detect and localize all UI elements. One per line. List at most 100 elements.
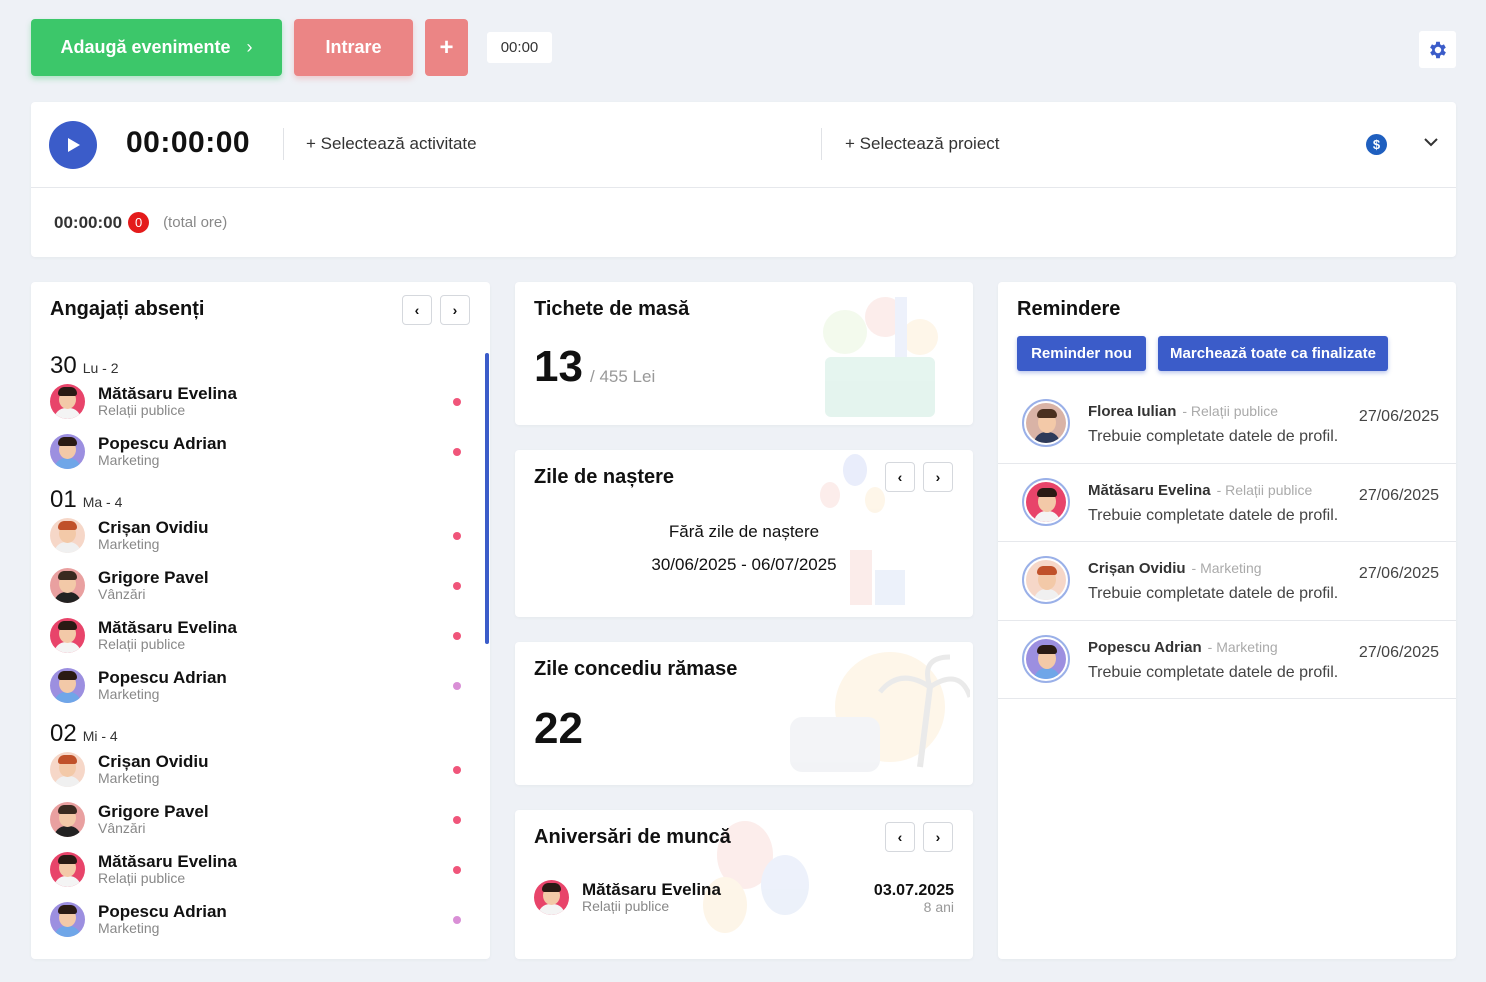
reminder-name: Popescu Adrian - Marketing — [1088, 639, 1278, 656]
employee-dept: Relații publice — [98, 402, 186, 418]
nav-buttons: ‹ › — [885, 462, 953, 492]
card-title: Aniversări de muncă — [534, 826, 731, 848]
card-title: Remindere — [1017, 298, 1121, 320]
anniversary-item[interactable]: Mătăsaru Evelina Relații publice 03.07.2… — [534, 880, 954, 920]
next-button[interactable]: › — [923, 462, 953, 492]
entry-button[interactable]: Intrare — [294, 19, 413, 76]
card-title: Zile concediu rămase — [534, 658, 738, 680]
employee-name: Mătăsaru Evelina — [98, 618, 237, 637]
reminder-date: 27/06/2025 — [1358, 408, 1439, 425]
employee-name: Popescu Adrian — [98, 434, 227, 453]
settings-button[interactable] — [1419, 31, 1456, 68]
employee-name: Grigore Pavel — [98, 802, 209, 821]
card-title: Tichete de masă — [534, 298, 690, 320]
day-label: Ma - 4 — [82, 494, 123, 510]
beach-caravan-illustration — [790, 652, 970, 772]
avatar — [50, 518, 85, 553]
card-title: Zile de naștere — [534, 466, 675, 488]
absent-employee-item[interactable]: Popescu Adrian Marketing — [50, 434, 476, 484]
new-reminder-button[interactable]: Reminder nou — [1017, 336, 1146, 371]
reminder-person: Mătăsaru Evelina — [1088, 481, 1211, 499]
employee-name: Crișan Ovidiu — [98, 752, 209, 771]
absent-employee-item[interactable]: Mătăsaru Evelina Relații publice — [50, 618, 476, 668]
reminder-date: 27/06/2025 — [1358, 486, 1439, 504]
divider — [283, 128, 284, 160]
absent-employee-item[interactable]: Popescu Adrian Marketing — [50, 668, 476, 718]
absent-list: 30 Lu - 2 Mătăsaru Evelina Relații publi… — [50, 350, 476, 952]
avatar — [534, 880, 569, 915]
reminder-dept: - Marketing — [1191, 560, 1262, 576]
status-dot — [453, 582, 461, 590]
employee-name: Grigore Pavel — [98, 568, 209, 587]
total-hours-row: 00:00:00 0 (total ore) — [54, 212, 227, 233]
employee-text: Grigore Pavel Vânzări — [98, 569, 209, 602]
employee-text: Popescu Adrian Marketing — [98, 903, 227, 936]
absent-employee-item[interactable]: Mătăsaru Evelina Relații publice — [50, 852, 476, 902]
employee-text: Popescu Adrian Marketing — [98, 435, 227, 468]
play-button[interactable] — [49, 121, 97, 169]
next-button[interactable]: › — [440, 295, 470, 325]
reminder-item[interactable]: Mătăsaru Evelina - Relații publice Trebui… — [998, 464, 1456, 542]
reminder-dept: - Relații publice — [1182, 403, 1279, 419]
employee-name: Mătăsaru Evelina — [582, 880, 721, 899]
play-icon — [68, 138, 80, 152]
avatar — [50, 568, 85, 603]
avatar — [50, 752, 85, 787]
avatar — [50, 434, 85, 469]
absent-employee-item[interactable]: Crișan Ovidiu Marketing — [50, 752, 476, 802]
plus-button[interactable]: + — [425, 19, 468, 76]
no-birthdays-text: Fără zile de naștere — [668, 522, 820, 541]
avatar — [50, 618, 85, 653]
employee-text: Crișan Ovidiu Marketing — [98, 519, 209, 552]
prev-button[interactable]: ‹ — [402, 295, 432, 325]
time-chip[interactable]: 00:00 — [487, 32, 552, 63]
employee-dept: Vânzări — [98, 586, 146, 602]
reminder-item[interactable]: Florea Iulian - Relații publice Trebuie c… — [998, 385, 1456, 464]
anniversary-years: 8 ani — [923, 899, 954, 915]
total-time: 00:00:00 — [54, 212, 123, 232]
chevron-down-icon[interactable] — [1421, 132, 1441, 152]
timer-display: 00:00:00 — [126, 126, 251, 159]
avatar — [1022, 556, 1070, 604]
absent-employees-card: Angajați absenți ‹ › 30 Lu - 2 Mătăsaru … — [31, 282, 490, 959]
employee-text: Grigore Pavel Vânzări — [98, 803, 209, 836]
employee-dept: Marketing — [98, 686, 160, 702]
select-activity-button[interactable]: + Selectează activitate — [306, 134, 477, 154]
meal-tickets-card: Tichete de masă 13 / 455 Lei — [515, 282, 973, 425]
employee-text: Mătăsaru Evelina Relații publice — [98, 853, 237, 886]
anniversary-date: 03.07.2025 8 ani — [874, 882, 954, 915]
status-dot — [453, 398, 461, 406]
absent-employee-item[interactable]: Grigore Pavel Vânzări — [50, 568, 476, 618]
reminder-item[interactable]: Popescu Adrian - Marketing Trebuie comple… — [998, 621, 1456, 699]
absent-employee-item[interactable]: Crișan Ovidiu Marketing — [50, 518, 476, 568]
add-events-button[interactable]: Adaugă evenimente › — [31, 19, 282, 76]
absent-employee-item[interactable]: Mătăsaru Evelina Relații publice — [50, 384, 476, 434]
reminder-name: Mătăsaru Evelina - Relații publice — [1088, 482, 1312, 499]
work-anniversaries-card: Aniversări de muncă ‹ › Mătăsaru Evelina… — [515, 810, 973, 959]
birthdays-card: Zile de naștere ‹ › Fără zile de naștere… — [515, 450, 973, 617]
avatar — [50, 902, 85, 937]
chevron-right-icon: › — [246, 37, 253, 57]
employee-text: Mătăsaru Evelina Relații publice — [582, 881, 721, 914]
status-dot — [453, 448, 461, 456]
prev-button[interactable]: ‹ — [885, 462, 915, 492]
basket-illustration — [823, 297, 938, 417]
gear-icon — [1429, 41, 1446, 58]
mark-all-done-button[interactable]: Marchează toate ca finalizate — [1158, 336, 1388, 371]
absent-employee-item[interactable]: Grigore Pavel Vânzări — [50, 802, 476, 852]
status-dot — [453, 916, 461, 924]
meal-value: / 455 Lei — [590, 367, 656, 386]
reminder-item[interactable]: Crișan Ovidiu - Marketing Trebuie complet… — [998, 542, 1456, 621]
meal-count: 13 — [534, 342, 583, 391]
billable-dollar-icon[interactable]: $ — [1366, 134, 1387, 155]
reminders-card: Remindere Reminder nou Marchează toate c… — [998, 282, 1456, 959]
employee-text: Popescu Adrian Marketing — [98, 669, 227, 702]
reminder-message: Trebuie completate datele de profil. — [1088, 428, 1339, 445]
select-project-button[interactable]: + Selectează proiect — [845, 134, 1000, 154]
scrollbar[interactable] — [485, 353, 489, 644]
total-label: (total ore) — [163, 214, 228, 231]
next-button[interactable]: › — [923, 822, 953, 852]
prev-button[interactable]: ‹ — [885, 822, 915, 852]
count-badge: 0 — [128, 212, 150, 233]
absent-employee-item[interactable]: Popescu Adrian Marketing — [50, 902, 476, 952]
